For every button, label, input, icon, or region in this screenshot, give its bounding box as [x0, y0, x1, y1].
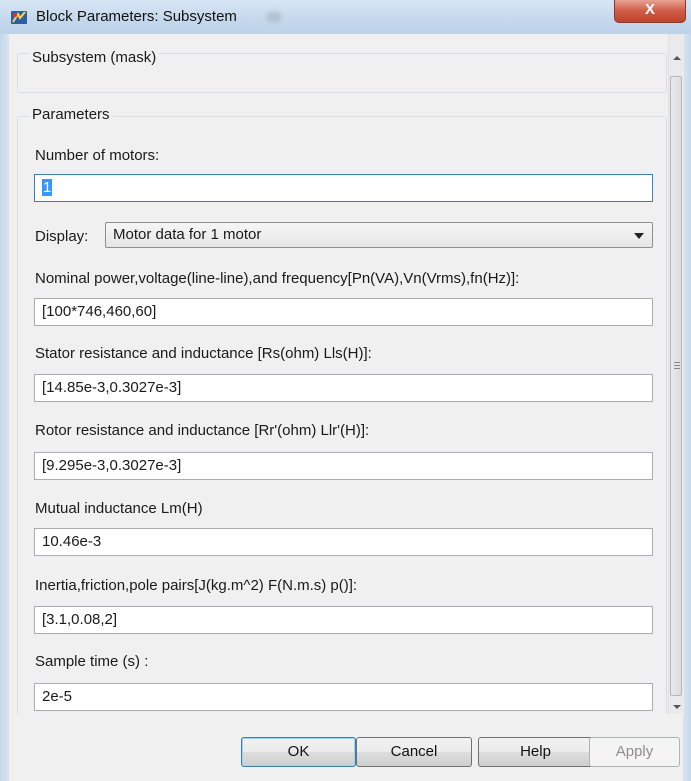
window-frame-right [683, 34, 691, 781]
nominal-field[interactable]: [100*746,460,60] [34, 298, 653, 326]
parameters-group-title: Parameters [29, 106, 113, 123]
number-of-motors-label: Number of motors: [35, 147, 160, 164]
help-button[interactable]: Help [478, 737, 593, 767]
inertia-value: [3.1,0.08,2] [42, 611, 118, 628]
nominal-label: Nominal power,voltage(line-line),and fre… [35, 270, 520, 287]
stator-label: Stator resistance and inductance [Rs(ohm… [35, 345, 372, 362]
display-select[interactable]: Motor data for 1 motor [105, 222, 653, 248]
mutual-value: 10.46e-3 [42, 533, 102, 550]
stator-value: [14.85e-3,0.3027e-3] [42, 379, 182, 396]
number-of-motors-field[interactable]: 1 [34, 174, 653, 202]
number-of-motors-value: 1 [42, 179, 53, 196]
close-button[interactable]: X [614, 0, 686, 23]
window-frame-left [0, 34, 9, 781]
rotor-label: Rotor resistance and inductance [Rr'(ohm… [35, 422, 370, 439]
window-title: Block Parameters: Subsystem [36, 8, 237, 25]
grip-icon [674, 365, 680, 366]
grip-icon [674, 362, 680, 363]
nominal-value: [100*746,460,60] [42, 303, 157, 320]
scroll-down-icon[interactable] [673, 705, 681, 709]
mutual-field[interactable]: 10.46e-3 [34, 528, 653, 556]
vertical-scrollbar[interactable] [668, 34, 684, 714]
cancel-button[interactable]: Cancel [356, 737, 472, 767]
rotor-value: [9.295e-3,0.3027e-3] [42, 457, 182, 474]
sample-time-label: Sample time (s) : [35, 653, 149, 670]
mutual-label: Mutual inductance Lm(H) [35, 500, 203, 517]
sample-time-value: 2e-5 [42, 688, 73, 705]
chevron-down-icon [634, 233, 644, 239]
parameters-scroll-area: Subsystem (mask) Parameters Number of mo… [9, 34, 668, 714]
mask-group-title: Subsystem (mask) [29, 49, 160, 66]
grip-icon [674, 368, 680, 369]
sample-time-field[interactable]: 2e-5 [34, 683, 653, 711]
simulink-icon [11, 11, 27, 24]
display-select-value: Motor data for 1 motor [113, 226, 262, 243]
inertia-label: Inertia,friction,pole pairs[J(kg.m^2) F(… [35, 577, 358, 594]
rotor-field[interactable]: [9.295e-3,0.3027e-3] [34, 452, 653, 480]
inertia-field[interactable]: [3.1,0.08,2] [34, 606, 653, 634]
ok-button[interactable]: OK [241, 737, 356, 767]
title-bar[interactable]: Block Parameters: Subsystem X [0, 0, 691, 35]
scrollbar-thumb[interactable] [670, 76, 682, 696]
stator-field[interactable]: [14.85e-3,0.3027e-3] [34, 374, 653, 402]
scroll-up-icon[interactable] [673, 56, 681, 60]
display-label: Display: [35, 228, 89, 245]
title-blur [266, 12, 282, 22]
apply-button[interactable]: Apply [589, 737, 680, 767]
dialog-client-area: Subsystem (mask) Parameters Number of mo… [9, 34, 684, 781]
